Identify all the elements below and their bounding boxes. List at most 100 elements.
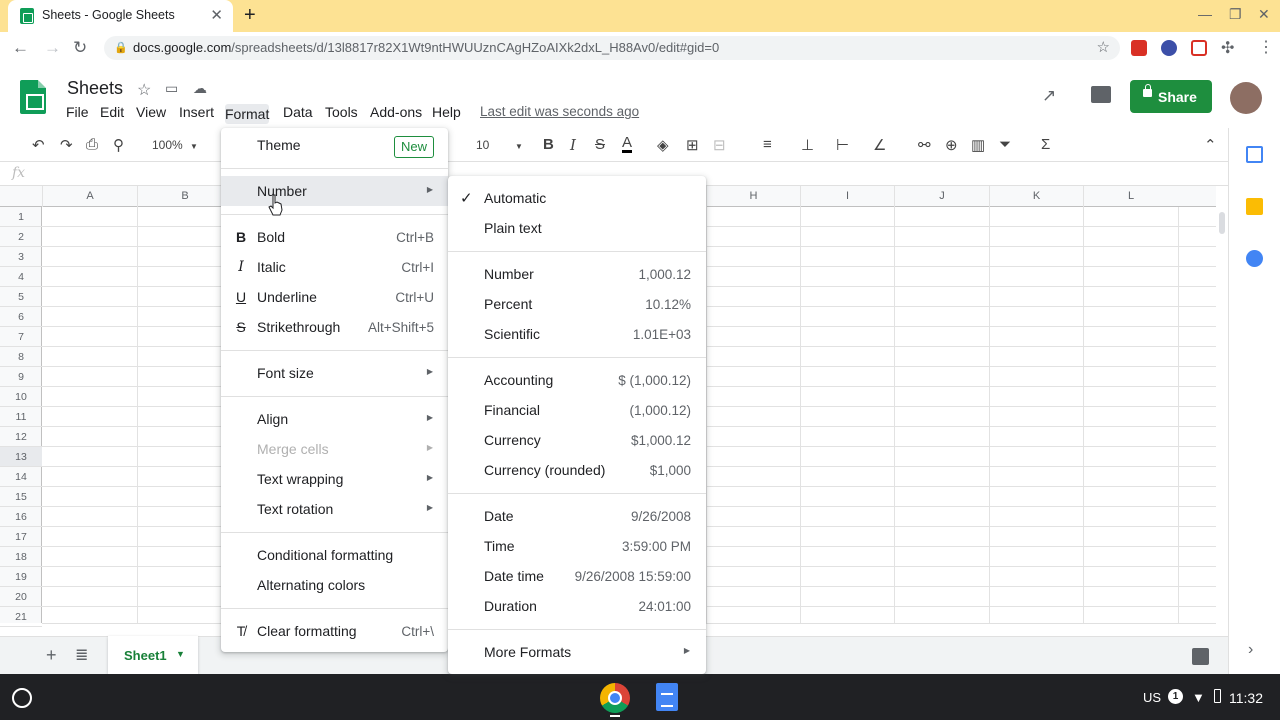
rotate-icon[interactable]: ∠ bbox=[873, 136, 886, 154]
menu-item-accounting[interactable]: Accounting $ (1,000.12) bbox=[448, 365, 706, 395]
new-tab-icon[interactable]: + bbox=[244, 4, 256, 27]
menu-item-financial[interactable]: Financial (1,000.12) bbox=[448, 395, 706, 425]
row-header[interactable]: 21 bbox=[0, 607, 42, 627]
menu-item-duration[interactable]: Duration 24:01:00 bbox=[448, 591, 706, 621]
paint-format-icon[interactable]: ⚲ bbox=[113, 136, 124, 154]
row-header[interactable]: 6 bbox=[0, 307, 42, 327]
vertical-align-icon[interactable]: ⊥ bbox=[801, 136, 814, 154]
tasks-icon[interactable] bbox=[1246, 250, 1263, 267]
last-edit-link[interactable]: Last edit was seconds ago bbox=[480, 104, 639, 119]
link-icon[interactable]: ⚯ bbox=[918, 136, 931, 154]
menu-item-plain-text[interactable]: Plain text bbox=[448, 213, 706, 243]
menu-item-time[interactable]: Time 3:59:00 PM bbox=[448, 531, 706, 561]
menu-edit[interactable]: Edit bbox=[100, 104, 124, 120]
row-header[interactable]: 4 bbox=[0, 267, 42, 287]
bookmark-star-icon[interactable]: ☆ bbox=[1097, 38, 1110, 56]
sheets-logo-icon[interactable] bbox=[20, 80, 46, 114]
wrap-icon[interactable]: ⊢ bbox=[836, 136, 849, 154]
add-sheet-icon[interactable]: + bbox=[46, 645, 57, 666]
row-header-selected[interactable]: 13 bbox=[0, 447, 42, 467]
menu-item-currency[interactable]: Currency $1,000.12 bbox=[448, 425, 706, 455]
menu-item-automatic[interactable]: ✓ Automatic bbox=[448, 183, 706, 213]
minimize-icon[interactable]: — bbox=[1198, 6, 1212, 22]
cloud-status-icon[interactable]: ☁ bbox=[193, 80, 207, 97]
row-header[interactable]: 19 bbox=[0, 567, 42, 587]
menu-insert[interactable]: Insert bbox=[179, 104, 214, 120]
clock[interactable]: 11:32 bbox=[1229, 690, 1263, 706]
row-header[interactable]: 9 bbox=[0, 367, 42, 387]
extension-record-icon[interactable] bbox=[1191, 40, 1207, 56]
extensions-puzzle-icon[interactable]: ✣ bbox=[1221, 38, 1234, 58]
fill-color-icon[interactable]: ◈ bbox=[657, 136, 669, 154]
menu-data[interactable]: Data bbox=[283, 104, 313, 120]
align-left-icon[interactable]: ≡ bbox=[763, 136, 772, 153]
menu-item-clear-formatting[interactable]: T̸ Clear formatting Ctrl+\ bbox=[221, 616, 448, 646]
row-header[interactable]: 2 bbox=[0, 227, 42, 247]
menu-item-currency-rounded[interactable]: Currency (rounded) $1,000 bbox=[448, 455, 706, 485]
avatar[interactable] bbox=[1230, 82, 1262, 114]
zoom-select[interactable]: 100% bbox=[152, 138, 183, 152]
menu-item-more-formats[interactable]: More Formats ▶ bbox=[448, 637, 706, 667]
row-header[interactable]: 12 bbox=[0, 427, 42, 447]
locale-indicator[interactable]: US bbox=[1143, 690, 1161, 705]
menu-item-italic[interactable]: I Italic Ctrl+I bbox=[221, 252, 448, 282]
battery-icon[interactable] bbox=[1214, 689, 1221, 703]
comments-icon[interactable] bbox=[1091, 86, 1111, 103]
text-color-icon[interactable]: A bbox=[622, 135, 633, 153]
share-button[interactable]: Share bbox=[1130, 80, 1212, 113]
menu-item-number[interactable]: Number ▶ bbox=[221, 176, 448, 206]
row-header[interactable]: 14 bbox=[0, 467, 42, 487]
filter-icon[interactable]: ⏷ bbox=[999, 136, 1011, 153]
row-header[interactable]: 7 bbox=[0, 327, 42, 347]
menu-view[interactable]: View bbox=[136, 104, 166, 120]
notification-count[interactable]: 1 bbox=[1168, 689, 1183, 704]
row-header[interactable]: 17 bbox=[0, 527, 42, 547]
omnibox[interactable]: 🔒 docs.google.com/spreadsheets/d/13l8817… bbox=[104, 36, 1120, 60]
undo-icon[interactable]: ↶ bbox=[32, 136, 45, 154]
menu-tools[interactable]: Tools bbox=[325, 104, 358, 120]
wifi-icon[interactable]: ▼ bbox=[1192, 690, 1205, 705]
explore-icon[interactable] bbox=[1192, 648, 1209, 665]
italic-icon[interactable]: I bbox=[570, 136, 576, 154]
menu-file[interactable]: File bbox=[66, 104, 89, 120]
column-header[interactable]: L bbox=[1083, 186, 1178, 207]
row-header[interactable]: 18 bbox=[0, 547, 42, 567]
menu-item-scientific[interactable]: Scientific 1.01E+03 bbox=[448, 319, 706, 349]
column-header[interactable]: B bbox=[137, 186, 232, 207]
menu-item-align[interactable]: Align ▶ bbox=[221, 404, 448, 434]
comment-add-icon[interactable]: ⊕ bbox=[945, 136, 958, 154]
forward-icon[interactable]: → bbox=[44, 38, 61, 58]
menu-item-text-rotation[interactable]: Text rotation ▶ bbox=[221, 494, 448, 524]
docs-app-icon[interactable] bbox=[656, 683, 678, 711]
browser-menu-icon[interactable]: ⋮ bbox=[1258, 37, 1274, 57]
back-icon[interactable]: ← bbox=[12, 38, 29, 58]
row-header[interactable]: 20 bbox=[0, 587, 42, 607]
vertical-scrollbar[interactable] bbox=[1216, 186, 1228, 623]
chart-icon[interactable]: ▥ bbox=[971, 136, 985, 154]
row-header[interactable]: 8 bbox=[0, 347, 42, 367]
column-header[interactable]: A bbox=[42, 186, 137, 207]
menu-help[interactable]: Help bbox=[432, 104, 461, 120]
extension-k-icon[interactable] bbox=[1161, 40, 1177, 56]
menu-item-date-time[interactable]: Date time 9/26/2008 15:59:00 bbox=[448, 561, 706, 591]
expand-panel-icon[interactable]: › bbox=[1248, 641, 1253, 659]
menu-item-text-wrapping[interactable]: Text wrapping ▶ bbox=[221, 464, 448, 494]
reload-icon[interactable]: ↻ bbox=[73, 38, 87, 58]
row-header[interactable]: 10 bbox=[0, 387, 42, 407]
menu-item-bold[interactable]: B Bold Ctrl+B bbox=[221, 222, 448, 252]
menu-item-number-format[interactable]: Number 1,000.12 bbox=[448, 259, 706, 289]
strikethrough-icon[interactable]: S bbox=[595, 136, 605, 153]
launcher-icon[interactable] bbox=[12, 688, 32, 708]
row-header[interactable]: 1 bbox=[0, 207, 42, 227]
document-title[interactable]: Sheets bbox=[67, 78, 123, 99]
keep-icon[interactable] bbox=[1246, 198, 1263, 215]
close-tab-icon[interactable]: ✕ bbox=[210, 6, 223, 24]
menu-item-strikethrough[interactable]: S Strikethrough Alt+Shift+5 bbox=[221, 312, 448, 342]
font-size-select[interactable]: 10 bbox=[476, 138, 489, 152]
merge-icon[interactable]: ⊟ bbox=[713, 136, 726, 154]
all-sheets-icon[interactable]: ≣ bbox=[75, 645, 88, 665]
menu-item-date[interactable]: Date 9/26/2008 bbox=[448, 501, 706, 531]
row-header[interactable]: 16 bbox=[0, 507, 42, 527]
close-window-icon[interactable]: ✕ bbox=[1258, 6, 1270, 23]
row-header[interactable]: 5 bbox=[0, 287, 42, 307]
